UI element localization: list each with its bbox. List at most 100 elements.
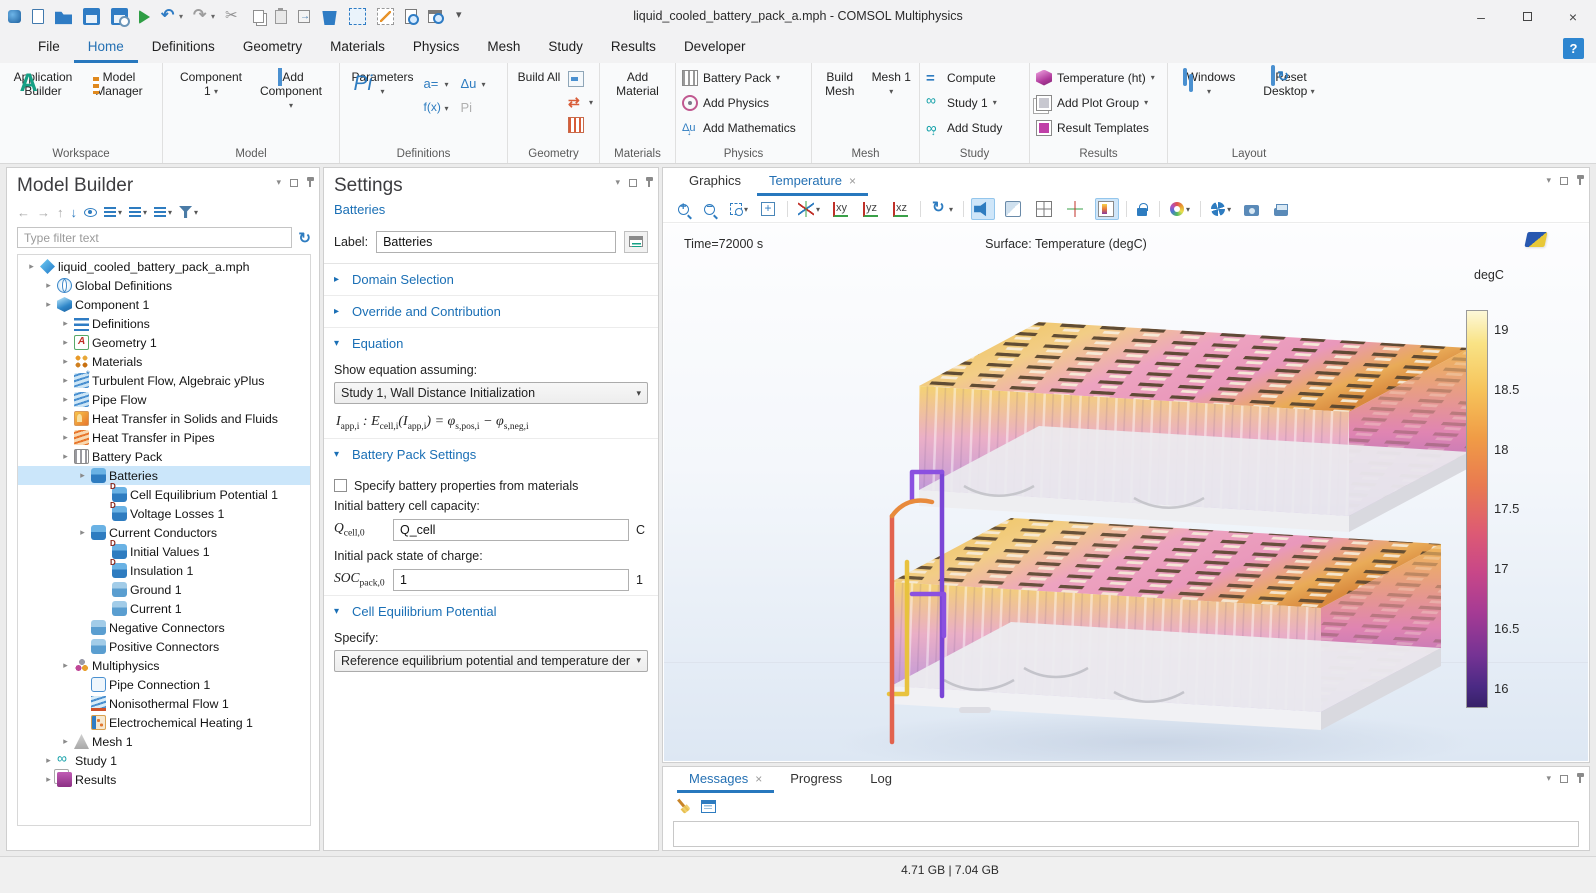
panel-menu-icon[interactable]: ▾ xyxy=(276,177,281,188)
tree-item[interactable]: ▸ liquid_cooled_battery_pack_a.mph xyxy=(18,257,310,276)
panel-menu-icon[interactable]: ▾ xyxy=(615,177,620,188)
show-icon[interactable] xyxy=(84,208,97,217)
tree-expander-icon[interactable]: ▸ xyxy=(43,280,54,291)
separator[interactable] xyxy=(963,201,964,217)
compute-icon[interactable]: Compute xyxy=(926,65,1007,90)
tree-item[interactable]: ▸ Materials xyxy=(18,352,310,371)
clear-selection-icon[interactable] xyxy=(377,8,395,25)
filter-input[interactable] xyxy=(17,227,292,248)
add-material-button[interactable]: Add Material xyxy=(608,68,668,98)
go-back-icon[interactable]: ← xyxy=(17,205,30,220)
capacity-input[interactable] xyxy=(393,519,629,541)
tree-item[interactable]: ▸ Initial Values 1 xyxy=(18,542,310,561)
save-as-icon[interactable] xyxy=(111,8,129,25)
graphics-tab[interactable]: Temperature× xyxy=(757,168,868,196)
separator[interactable] xyxy=(1200,201,1201,217)
show-axes-icon[interactable] xyxy=(1064,198,1088,220)
add-physics-icon[interactable]: Add Physics xyxy=(682,90,801,115)
tree-item[interactable]: ▸ Insulation 1 xyxy=(18,561,310,580)
new-file-icon[interactable] xyxy=(32,9,45,24)
minimize-button[interactable]: – xyxy=(1458,0,1504,33)
scene-light-icon[interactable] xyxy=(971,198,995,220)
tree-expander-icon[interactable]: ▸ xyxy=(60,451,71,462)
redo-icon[interactable]: ▾ xyxy=(193,8,215,25)
expand-all-icon[interactable]: ▾ xyxy=(129,207,147,217)
graphics-tab[interactable]: Graphics× xyxy=(677,168,753,196)
separator[interactable] xyxy=(787,201,788,217)
tree-expander-icon[interactable]: ▸ xyxy=(60,337,71,348)
import-geometry-icon[interactable] xyxy=(568,70,593,88)
zoom-in-icon[interactable] xyxy=(675,201,694,218)
panel-menu-icon[interactable]: ▾ xyxy=(1546,175,1551,186)
tree-expander-icon[interactable]: ▸ xyxy=(43,299,54,310)
result-templates-icon[interactable]: Result Templates xyxy=(1036,115,1155,140)
panel-maximize-icon[interactable] xyxy=(1560,775,1568,783)
tree-item[interactable]: ▸ Negative Connectors xyxy=(18,618,310,637)
edit-label-icon[interactable] xyxy=(624,231,648,253)
maximize-button[interactable] xyxy=(1504,0,1550,33)
tree-expander-icon[interactable]: ▸ xyxy=(60,736,71,747)
study-icon[interactable]: Study 1▾ xyxy=(926,90,1007,115)
tree-item[interactable]: ▸ Results xyxy=(18,770,310,789)
panel-pin-icon[interactable] xyxy=(1579,774,1581,783)
move-up-icon[interactable]: ↑ xyxy=(57,205,64,220)
qat-more-icon[interactable] xyxy=(453,8,471,25)
tree-expander-icon[interactable]: ▸ xyxy=(60,318,71,329)
zoom-extents-icon[interactable] xyxy=(758,199,780,219)
reset-desktop-button[interactable]: Reset Desktop ▾ xyxy=(1256,68,1322,98)
panel-maximize-icon[interactable] xyxy=(629,179,637,187)
tree-item[interactable]: ▸ Current 1 xyxy=(18,599,310,618)
equation-study-select[interactable]: Study 1, Wall Distance Initialization ▾ xyxy=(334,382,648,404)
tree-item[interactable]: ▸ Multiphysics xyxy=(18,656,310,675)
livelink-icon[interactable]: ▾ xyxy=(568,93,593,111)
menu-item[interactable]: Results xyxy=(597,33,670,63)
separator[interactable] xyxy=(1126,201,1127,217)
help-button[interactable]: ? xyxy=(1563,38,1584,59)
rotate-icon[interactable]: ▾ xyxy=(928,198,956,220)
menu-item[interactable]: Study xyxy=(534,33,597,63)
panel-pin-icon[interactable] xyxy=(1579,176,1581,185)
soc-input[interactable] xyxy=(393,569,629,591)
tree-item[interactable]: ▸ Cell Equilibrium Potential 1 xyxy=(18,485,310,504)
view-xz-icon[interactable]: xz xyxy=(890,199,913,220)
tree-item[interactable]: ▸ Heat Transfer in Solids and Fluids xyxy=(18,409,310,428)
zoom-out-icon[interactable] xyxy=(701,201,720,218)
battery-pack-icon[interactable]: Battery Pack▾ xyxy=(682,65,801,90)
open-file-icon[interactable] xyxy=(55,8,73,25)
refresh-icon[interactable]: ↻ xyxy=(298,229,311,247)
variables-icon[interactable]: ▾ xyxy=(424,72,461,96)
tree-item[interactable]: ▸ Positive Connectors xyxy=(18,637,310,656)
tree-expander-icon[interactable]: ▸ xyxy=(60,432,71,443)
panel-menu-icon[interactable]: ▾ xyxy=(1546,773,1551,784)
menu-item[interactable]: Materials xyxy=(316,33,399,63)
close-tab-icon[interactable]: × xyxy=(755,772,762,786)
default-3d-view-icon[interactable]: ▾ xyxy=(795,198,823,220)
add-component-button[interactable]: Add Component ▾ xyxy=(258,68,324,112)
section-cell-equilibrium-potential[interactable]: ▾Cell Equilibrium Potential xyxy=(324,595,658,627)
section-domain-selection[interactable]: ▸Domain Selection xyxy=(324,264,658,295)
grid-icon[interactable] xyxy=(1033,198,1057,220)
close-tab-icon[interactable]: × xyxy=(849,174,856,188)
tree-expander-icon[interactable]: ▸ xyxy=(60,413,71,424)
add-study-icon[interactable]: Add Study xyxy=(926,115,1007,140)
menu-item[interactable]: Definitions xyxy=(138,33,229,63)
application-builder-button[interactable]: Application Builder xyxy=(10,68,76,98)
run-icon[interactable] xyxy=(139,10,151,24)
build-all-button[interactable]: Build All xyxy=(514,68,564,84)
specify-select[interactable]: Reference equilibrium potential and temp… xyxy=(334,650,648,672)
tree-item[interactable]: ▸ Batteries xyxy=(18,466,310,485)
separator[interactable] xyxy=(920,201,921,217)
lock-icon[interactable] xyxy=(1134,199,1152,219)
tree-item[interactable]: ▸ Voltage Losses 1 xyxy=(18,504,310,523)
build-mesh-button[interactable]: Build Mesh xyxy=(818,68,862,98)
filter-icon[interactable]: ▾ xyxy=(179,206,198,218)
parameter-case-icon[interactable] xyxy=(461,96,498,120)
plot-group-icon[interactable]: Temperature (ht)▾ xyxy=(1036,65,1155,90)
menu-item[interactable]: Developer xyxy=(670,33,760,63)
comsol-logo-icon[interactable] xyxy=(8,10,22,23)
menu-item[interactable]: Home xyxy=(74,33,138,63)
open-report-icon[interactable] xyxy=(701,800,716,813)
close-button[interactable]: × xyxy=(1550,0,1596,33)
bottom-tab[interactable]: Log× xyxy=(858,767,904,793)
color-legend-icon[interactable] xyxy=(1095,198,1119,220)
